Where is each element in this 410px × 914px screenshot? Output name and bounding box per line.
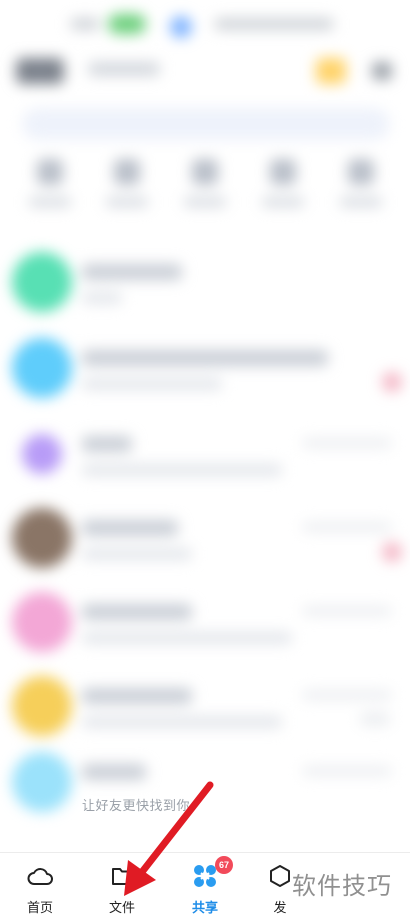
nav-label-files: 文件 [108, 900, 135, 914]
list-item [0, 740, 410, 828]
cloud-icon [27, 868, 53, 885]
nav-item-share[interactable]: 共享 [165, 853, 245, 914]
nav-item-home[interactable]: 首页 [0, 853, 80, 914]
nav-item-files[interactable]: 文件 [82, 853, 162, 914]
list-item [0, 326, 410, 414]
blurred-content [0, 0, 410, 855]
nav-label-share: 共享 [191, 900, 218, 914]
notification-badge: 67 [215, 856, 233, 874]
list-item [0, 580, 410, 668]
list-item [0, 496, 410, 584]
list-item [0, 412, 410, 500]
list-item [0, 240, 410, 328]
folder-icon [112, 868, 132, 885]
hint-text: 让好友更快找到你 [82, 798, 191, 813]
top-bar [0, 48, 410, 98]
watermark-text: 软件技巧 [292, 873, 392, 900]
search-bar [22, 108, 390, 140]
discover-icon [270, 865, 290, 887]
nav-label-home: 首页 [26, 900, 53, 914]
shortcut-row [0, 155, 410, 225]
list-item [0, 664, 410, 752]
status-bar [0, 0, 410, 48]
